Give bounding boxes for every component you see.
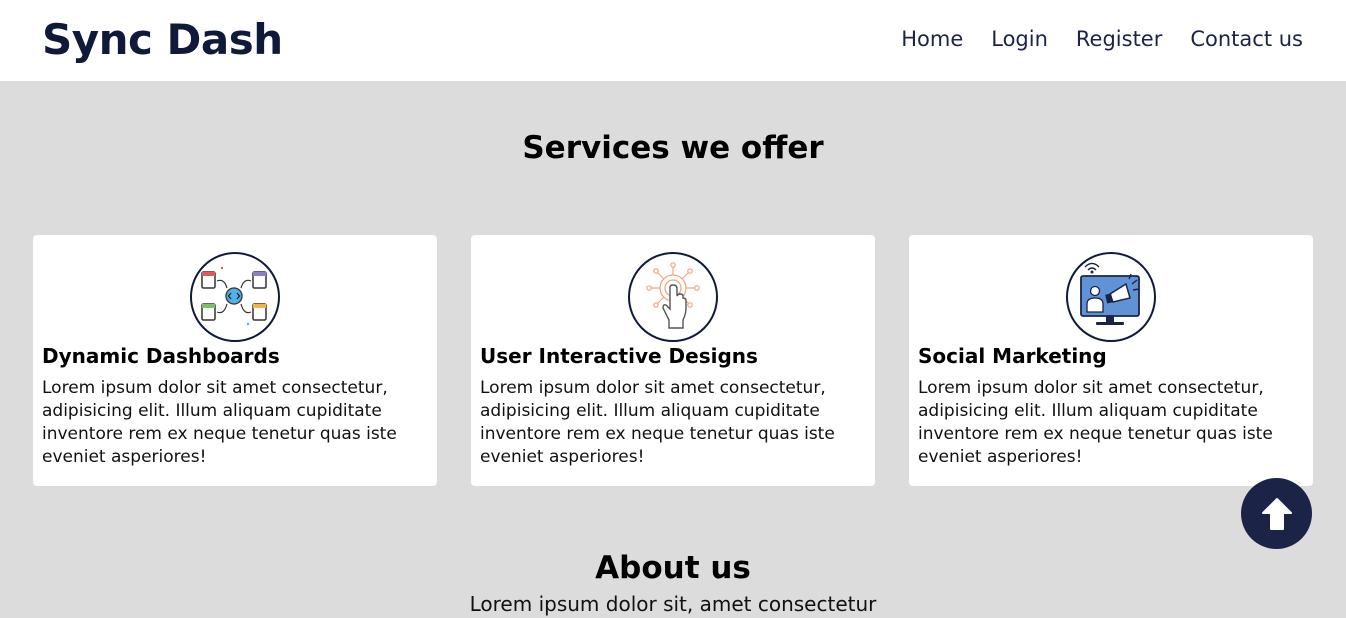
card-description: Lorem ipsum dolor sit amet consectetur, …: [42, 378, 397, 467]
main-nav: Home Login Register Contact us: [901, 24, 1303, 54]
site-header: Sync Dash Home Login Register Contact us: [0, 0, 1346, 81]
nav-home-link[interactable]: Home: [901, 24, 963, 54]
megaphone-monitor-icon: [1066, 252, 1156, 342]
service-card-interactive-designs: User Interactive Designs Lorem ipsum dol…: [471, 235, 875, 486]
about-subtitle: Lorem ipsum dolor sit, amet consectetur: [469, 592, 877, 616]
nav-login-link[interactable]: Login: [991, 24, 1048, 54]
nav-contact-link[interactable]: Contact us: [1190, 24, 1303, 54]
touch-interaction-icon: [628, 252, 718, 342]
service-card-dashboards: Dynamic Dashboards Lorem ipsum dolor sit…: [33, 235, 437, 486]
scroll-to-top-button[interactable]: [1241, 478, 1312, 549]
card-title: User Interactive Designs: [480, 344, 758, 368]
service-card-social-marketing: Social Marketing Lorem ipsum dolor sit a…: [909, 235, 1313, 486]
brand-logo[interactable]: Sync Dash: [42, 12, 283, 68]
nav-register-link[interactable]: Register: [1076, 24, 1162, 54]
card-title: Dynamic Dashboards: [42, 344, 280, 368]
card-description: Lorem ipsum dolor sit amet consectetur, …: [480, 378, 835, 467]
about-heading: About us: [595, 550, 751, 586]
arrow-up-icon: [1261, 497, 1292, 530]
card-title: Social Marketing: [918, 344, 1107, 368]
card-description: Lorem ipsum dolor sit amet consectetur, …: [918, 378, 1273, 467]
services-heading: Services we offer: [522, 130, 824, 166]
dashboard-flow-icon: [190, 252, 280, 342]
